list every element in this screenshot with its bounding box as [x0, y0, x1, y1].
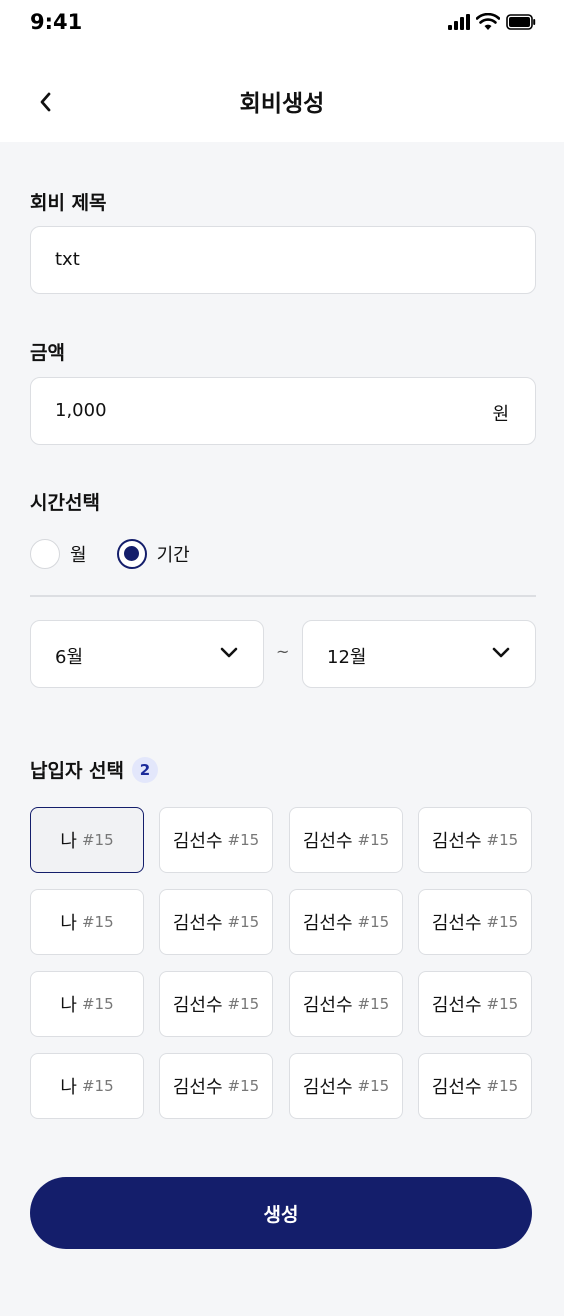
- payer-number: #15: [81, 913, 114, 931]
- payer-chip[interactable]: 나 #15: [30, 807, 144, 873]
- payer-chip[interactable]: 김선수 #15: [289, 807, 403, 873]
- payer-chip[interactable]: 김선수 #15: [418, 971, 532, 1037]
- payer-chip[interactable]: 김선수 #15: [159, 807, 273, 873]
- payer-number: #15: [357, 995, 390, 1013]
- battery-icon: [506, 14, 536, 30]
- payer-chip[interactable]: 김선수 #15: [159, 1053, 273, 1119]
- payer-name: 김선수: [302, 1077, 353, 1098]
- radio-month-circle: [30, 539, 60, 569]
- chevron-down-icon: [492, 647, 510, 658]
- payer-chip[interactable]: 김선수 #15: [418, 889, 532, 955]
- payer-chip[interactable]: 김선수 #15: [418, 807, 532, 873]
- payer-number: #15: [486, 913, 519, 931]
- payer-chip[interactable]: 나 #15: [30, 889, 144, 955]
- end-month-value: 12월: [327, 647, 367, 668]
- title-label: 회비 제목: [30, 192, 107, 214]
- payer-name: 김선수: [172, 913, 223, 934]
- payer-name: 김선수: [431, 913, 482, 934]
- create-button[interactable]: 생성: [30, 1177, 532, 1249]
- payer-name: 김선수: [431, 831, 482, 852]
- payer-name: 나: [60, 1077, 77, 1098]
- signal-icon: [448, 14, 470, 30]
- payer-number: #15: [486, 1077, 519, 1095]
- range-separator: ~: [276, 642, 290, 661]
- wifi-icon: [476, 13, 500, 30]
- payer-name: 김선수: [431, 995, 482, 1016]
- payer-chip[interactable]: 김선수 #15: [289, 889, 403, 955]
- payer-name: 김선수: [302, 995, 353, 1016]
- payer-chip[interactable]: 김선수 #15: [289, 971, 403, 1037]
- payer-number: #15: [227, 913, 260, 931]
- payer-name: 나: [60, 913, 77, 934]
- payer-name: 김선수: [172, 1077, 223, 1098]
- radio-period-circle: [116, 539, 147, 569]
- payer-number: #15: [81, 1077, 114, 1095]
- chevron-down-icon: [220, 647, 238, 658]
- status-icons: [448, 13, 536, 31]
- radio-period-label: 기간: [156, 545, 190, 566]
- payer-name: 김선수: [302, 913, 353, 934]
- title-input-value: txt: [55, 249, 80, 270]
- payer-number: #15: [227, 995, 260, 1013]
- status-bar: 9:41: [0, 0, 564, 50]
- divider: [30, 595, 536, 597]
- navigation-bar: 회비생성: [0, 50, 564, 142]
- payer-number: #15: [227, 1077, 260, 1095]
- payer-name: 김선수: [431, 1077, 482, 1098]
- payer-number: #15: [81, 831, 114, 849]
- payer-select-label: 납입자 선택 2: [30, 756, 159, 783]
- payer-number: #15: [486, 831, 519, 849]
- payer-name: 김선수: [302, 831, 353, 852]
- amount-label: 금액: [30, 342, 65, 364]
- page-title: 회비생성: [239, 91, 325, 117]
- payer-chip[interactable]: 김선수 #15: [159, 889, 273, 955]
- payer-number: #15: [486, 995, 519, 1013]
- start-month-select[interactable]: 6월: [30, 620, 264, 688]
- payer-number: #15: [357, 1077, 390, 1095]
- payer-name: 나: [60, 831, 77, 852]
- payer-label-text: 납입자 선택: [30, 760, 125, 782]
- end-month-select[interactable]: 12월: [302, 620, 536, 688]
- payer-chip[interactable]: 김선수 #15: [289, 1053, 403, 1119]
- time-select-label: 시간선택: [30, 492, 100, 514]
- payer-number: #15: [227, 831, 260, 849]
- radio-period[interactable]: 기간: [116, 539, 190, 569]
- radio-month-label: 월: [70, 545, 87, 566]
- payer-chip[interactable]: 김선수 #15: [159, 971, 273, 1037]
- payer-chip[interactable]: 나 #15: [30, 971, 144, 1037]
- title-input[interactable]: txt: [30, 226, 536, 294]
- radio-month[interactable]: 월: [30, 539, 87, 569]
- status-time: 9:41: [30, 10, 83, 34]
- amount-input-value: 1,000: [55, 400, 107, 421]
- payer-number: #15: [357, 831, 390, 849]
- form-content: 회비 제목 txt 금액 1,000 원 시간선택 월 기간 6월 ~ 12월 …: [0, 142, 564, 1316]
- payer-number: #15: [81, 995, 114, 1013]
- amount-input[interactable]: 1,000 원: [30, 377, 536, 445]
- payer-name: 나: [60, 995, 77, 1016]
- time-radio-group: 월 기간: [30, 536, 220, 572]
- payer-name: 김선수: [172, 831, 223, 852]
- payer-chip[interactable]: 나 #15: [30, 1053, 144, 1119]
- start-month-value: 6월: [55, 647, 84, 668]
- payer-chip[interactable]: 김선수 #15: [418, 1053, 532, 1119]
- payer-name: 김선수: [172, 995, 223, 1016]
- payer-number: #15: [357, 913, 390, 931]
- count-badge: 2: [132, 756, 159, 783]
- amount-unit: 원: [492, 404, 509, 425]
